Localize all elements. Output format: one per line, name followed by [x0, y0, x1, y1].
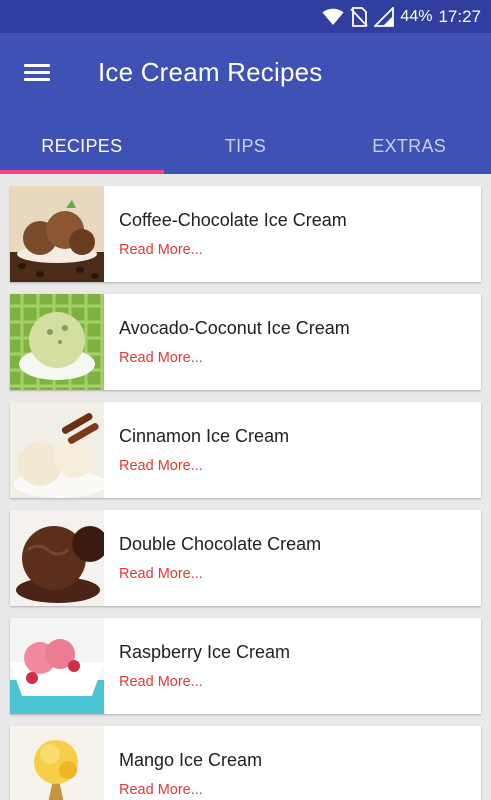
recipe-thumbnail [10, 294, 104, 390]
read-more-link[interactable]: Read More... [119, 674, 203, 690]
app-title: Ice Cream Recipes [98, 57, 323, 87]
read-more-link[interactable]: Read More... [119, 242, 203, 258]
recipe-title: Coffee-Chocolate Ice Cream [119, 210, 347, 230]
hamburger-menu-icon[interactable] [24, 61, 54, 83]
status-icons: 44% 17:27 [322, 6, 481, 28]
recipe-thumbnail [10, 510, 104, 606]
tab-bar: RECIPES TIPS EXTRAS [0, 119, 491, 174]
recipe-thumbnail [10, 726, 104, 800]
recipe-title: Cinnamon Ice Cream [119, 426, 290, 446]
recipe-thumbnail [10, 618, 104, 714]
battery-level: 44% [400, 8, 433, 25]
recipe-card[interactable]: Coffee-Chocolate Ice Cream Read More... [10, 186, 481, 282]
recipe-list: Coffee-Chocolate Ice Cream Read More... … [10, 186, 481, 800]
recipe-card[interactable]: Mango Ice Cream Read More... [10, 726, 481, 800]
recipe-title: Raspberry Ice Cream [119, 642, 291, 662]
wifi-icon [322, 8, 344, 26]
clock: 17:27 [438, 7, 481, 26]
no-sim-icon [350, 7, 369, 27]
tab-tips[interactable]: TIPS [164, 119, 328, 174]
read-more-link[interactable]: Read More... [119, 458, 203, 474]
signal-icon [374, 7, 395, 27]
recipe-thumbnail [10, 402, 104, 498]
recipe-card[interactable]: Raspberry Ice Cream Read More... [10, 618, 481, 714]
app-bar: Ice Cream Recipes RECIPES TIPS EXTRAS [0, 33, 491, 174]
tab-extras[interactable]: EXTRAS [327, 119, 491, 174]
recipe-card[interactable]: Avocado-Coconut Ice Cream Read More... [10, 294, 481, 390]
tab-label: EXTRAS [372, 136, 447, 156]
tab-label: TIPS [224, 136, 267, 156]
recipe-thumbnail [10, 186, 104, 282]
tab-label: RECIPES [41, 136, 123, 156]
recipe-card[interactable]: Double Chocolate Cream Read More... [10, 510, 481, 606]
status-bar: 44% 17:27 [0, 0, 491, 33]
read-more-link[interactable]: Read More... [119, 350, 203, 366]
recipe-title: Mango Ice Cream [119, 750, 263, 770]
recipe-title: Avocado-Coconut Ice Cream [119, 318, 350, 338]
read-more-link[interactable]: Read More... [119, 782, 203, 798]
recipe-title: Double Chocolate Cream [119, 534, 322, 554]
tab-recipes[interactable]: RECIPES [0, 119, 164, 174]
read-more-link[interactable]: Read More... [119, 566, 203, 582]
recipe-card[interactable]: Cinnamon Ice Cream Read More... [10, 402, 481, 498]
